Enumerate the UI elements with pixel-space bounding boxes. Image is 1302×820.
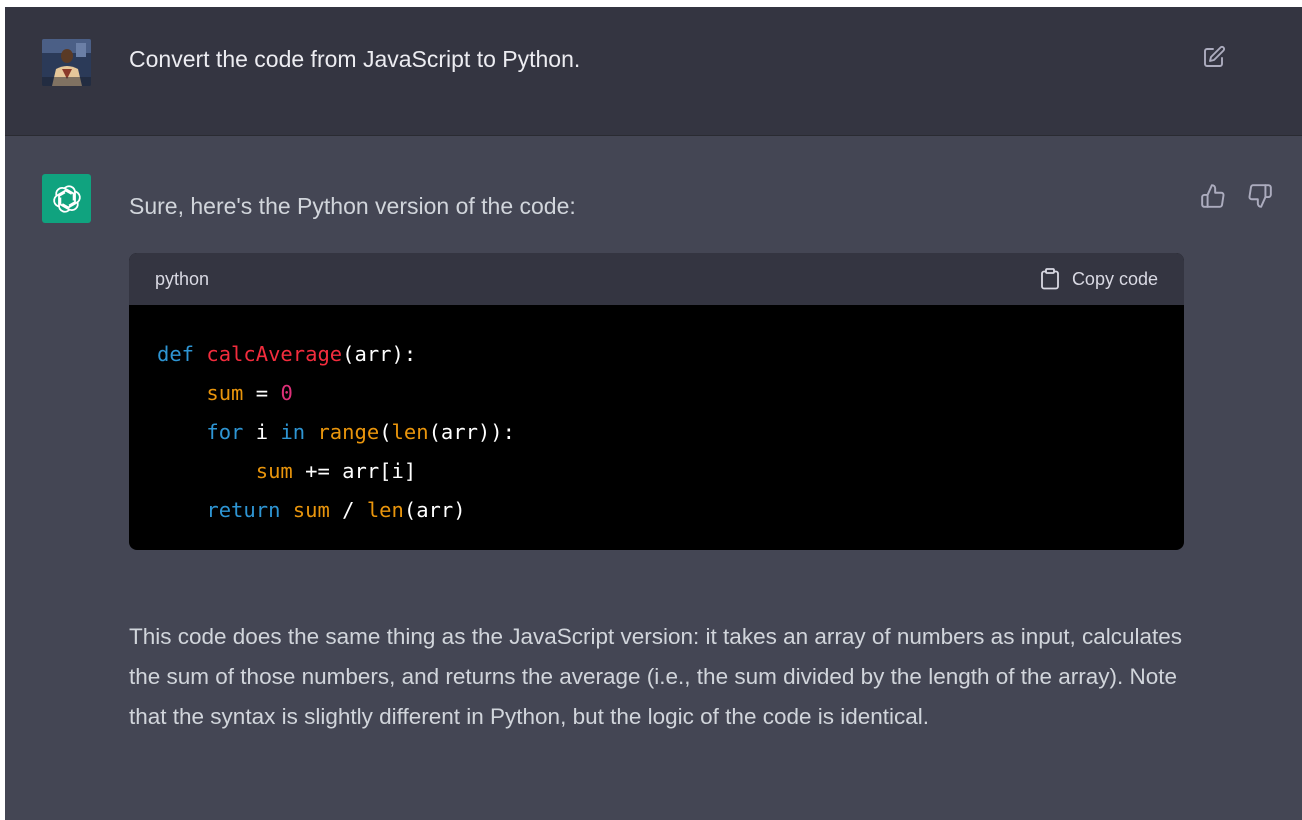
thumbs-down-icon <box>1248 184 1272 208</box>
code-token: in <box>280 420 306 444</box>
code-token: += arr[i] <box>292 459 417 483</box>
chat-conversation: Convert the code from JavaScript to Pyth… <box>5 7 1302 820</box>
code-block-header: python Copy code <box>129 253 1184 305</box>
code-token: def <box>157 342 195 366</box>
code-token: (arr)): <box>428 420 515 444</box>
edit-icon <box>1204 46 1225 67</box>
assistant-intro-text: Sure, here's the Python version of the c… <box>129 193 576 219</box>
thumbs-up-button[interactable] <box>1200 183 1226 209</box>
code-line: for i in range(len(arr)): <box>157 413 1156 452</box>
code-line: return sum / len(arr) <box>157 491 1156 530</box>
openai-logo-icon <box>52 184 81 213</box>
user-message-row: Convert the code from JavaScript to Pyth… <box>5 7 1302 136</box>
thumbs-down-button[interactable] <box>1247 183 1273 209</box>
code-line: sum += arr[i] <box>157 452 1156 491</box>
code-line: sum = 0 <box>157 374 1156 413</box>
thumbs-up-icon <box>1201 184 1225 208</box>
code-token: i <box>243 420 281 444</box>
code-token: ( <box>379 420 392 444</box>
code-token: sum <box>206 381 244 405</box>
code-line: def calcAverage(arr): <box>157 335 1156 374</box>
code-token: = <box>243 381 281 405</box>
code-language-label: python <box>155 268 210 289</box>
user-message-text: Convert the code from JavaScript to Pyth… <box>129 46 581 72</box>
assistant-explanation-text: This code does the same thing as the Jav… <box>129 624 1183 729</box>
code-token: (arr): <box>342 342 417 366</box>
code-token: len <box>366 498 404 522</box>
code-token: (arr) <box>403 498 466 522</box>
code-token: len <box>391 420 429 444</box>
code-token: 0 <box>280 381 293 405</box>
code-token: sum <box>255 459 293 483</box>
code-token: sum <box>292 498 330 522</box>
code-token: return <box>206 498 281 522</box>
code-token: for <box>206 420 244 444</box>
user-avatar <box>42 39 91 86</box>
copy-code-button[interactable]: Copy code <box>1040 268 1158 290</box>
clipboard-icon <box>1041 268 1059 290</box>
assistant-message-row: Sure, here's the Python version of the c… <box>5 136 1302 820</box>
assistant-avatar <box>42 174 91 223</box>
code-token: calcAverage <box>206 342 343 366</box>
user-avatar-image <box>42 39 91 86</box>
code-token: range <box>317 420 380 444</box>
edit-message-button[interactable] <box>1202 45 1226 69</box>
copy-code-label: Copy code <box>1071 268 1158 289</box>
code-content: def calcAverage(arr): sum = 0 for i in r… <box>129 305 1184 550</box>
code-token: / <box>329 498 367 522</box>
code-block: python Copy code def calcAverage(arr): s… <box>129 253 1184 550</box>
